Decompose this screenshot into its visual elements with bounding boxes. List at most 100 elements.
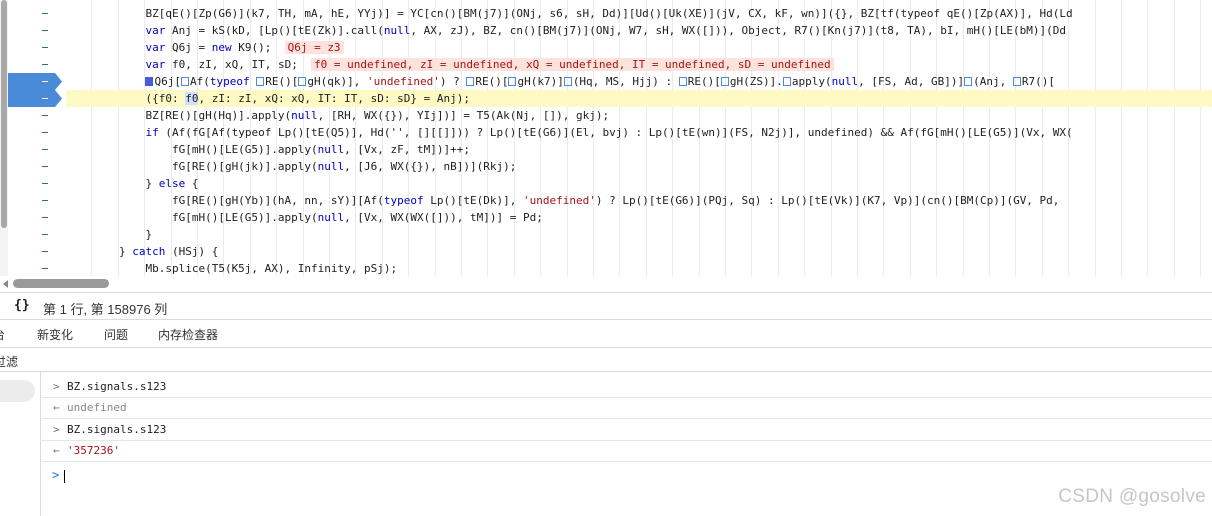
inline-breakpoint-icon[interactable] [964, 77, 973, 86]
code-token: typeof [383, 194, 424, 207]
gutter-line[interactable] [8, 39, 65, 56]
code-token: null [291, 109, 318, 122]
code-line[interactable]: BZ[qE()[Zp(G6)](k7, TH, mA, hE, YYj)] = … [66, 5, 1212, 22]
breakpoint-flag[interactable] [8, 90, 62, 107]
code-token: Q6j = [165, 41, 212, 54]
expand-arrow-icon[interactable]: > [53, 377, 60, 397]
console-entry[interactable]: > BZ.signals.s123 [40, 377, 1212, 398]
inline-breakpoint-icon[interactable] [145, 77, 154, 86]
inline-breakpoint-icon[interactable] [782, 77, 791, 86]
code-token: null [317, 211, 345, 224]
gutter-line[interactable] [8, 107, 65, 124]
code-line[interactable]: if (Af(fG[Af(typeof Lp()[tE(Q5)], Hd('',… [66, 124, 1212, 141]
code-token: } [66, 228, 153, 241]
gutter-line[interactable] [8, 192, 65, 209]
code-token: var [145, 58, 166, 71]
gutter-dash [42, 183, 48, 184]
gutter-line[interactable] [8, 243, 65, 260]
vertical-scrollbar[interactable] [0, 0, 8, 276]
tab-issues[interactable]: 问题 [104, 326, 128, 343]
inline-breakpoint-icon[interactable] [298, 77, 307, 86]
gutter-dash [42, 13, 48, 14]
inline-breakpoint-icon[interactable] [180, 77, 189, 86]
drawer-tabs: 台 新变化 问题 内存检查器 [0, 320, 1212, 348]
gutter-line[interactable] [8, 226, 65, 243]
expand-arrow-icon[interactable]: > [53, 420, 60, 440]
code-token: fG[mH()[LE(G5)].apply( [66, 211, 318, 224]
horizontal-scroll-thumb[interactable] [13, 279, 109, 288]
gutter-dash [42, 64, 48, 65]
code-line[interactable]: var Anj = kS(kD, [Lp()[tE(Zk)].call(null… [66, 22, 1212, 39]
line-gutter[interactable] [8, 0, 65, 276]
code-line[interactable]: } catch (HSj) { [66, 243, 1212, 260]
return-arrow-icon: ← [53, 444, 60, 457]
inline-breakpoint-icon[interactable] [720, 77, 729, 86]
inline-breakpoint-icon[interactable] [508, 77, 517, 86]
inline-breakpoint-icon[interactable] [1012, 77, 1021, 86]
scroll-left-icon[interactable] [3, 280, 8, 288]
breakpoint-flag[interactable] [8, 73, 62, 90]
filter-label[interactable]: 过滤 [0, 353, 18, 370]
code-token: apply( [791, 75, 832, 88]
gutter-line[interactable] [8, 175, 65, 192]
inline-breakpoint-icon[interactable] [678, 77, 687, 86]
code-token: (HSj) { [165, 245, 219, 258]
gutter-line[interactable] [8, 56, 65, 73]
gutter-line[interactable] [8, 158, 65, 175]
code-token: gH(k7)] [517, 75, 564, 88]
gutter-line[interactable] [8, 209, 65, 226]
horizontal-scrollbar[interactable] [0, 276, 1212, 292]
current-execution-line[interactable]: ({f0: f0, zI: zI, xQ: xQ, IT: IT, sD: sD… [66, 90, 1212, 107]
code-line[interactable]: fG[RE()[gH(Yb)](hA, nn, sY)][Af(typeof L… [66, 192, 1212, 209]
code-line[interactable]: } else { [66, 175, 1212, 192]
code-line[interactable]: } [66, 226, 1212, 243]
gutter-line[interactable] [8, 141, 65, 158]
tab-memory-inspector[interactable]: 内存检查器 [158, 326, 218, 343]
tab-console[interactable]: 台 [0, 326, 5, 343]
gutter-line[interactable] [8, 124, 65, 141]
code-line[interactable]: fG[mH()[LE(G5)].apply(null, [Vx, zF, tM]… [66, 141, 1212, 158]
code-token: fG[mH()[LE(G5)].apply( [66, 143, 318, 156]
breakpoint-marker[interactable] [8, 90, 65, 107]
code-token: f0 [185, 92, 199, 105]
tab-changes[interactable]: 新变化 [37, 326, 73, 343]
console-panel: > BZ.signals.s123 ← undefined > BZ.signa… [0, 372, 1212, 516]
code-token: new [211, 41, 232, 54]
code-line[interactable]: var Q6j = new K9(); Q6j = z3 [66, 39, 1212, 56]
code-token: fG[RE()[gH(Yb)](hA, nn, sY)][Af( [66, 194, 384, 207]
vertical-scroll-thumb[interactable] [1, 0, 7, 228]
code-token: { [185, 177, 199, 190]
inline-breakpoint-icon[interactable] [563, 77, 572, 86]
inline-breakpoint-icon[interactable] [256, 77, 265, 86]
code-line[interactable]: BZ[RE()[gH(Hq)].apply(null, [RH, WX({}),… [66, 107, 1212, 124]
code-line[interactable]: fG[mH()[LE(G5)].apply(null, [Vx, WX(WX([… [66, 209, 1212, 226]
gutter-line[interactable] [8, 22, 65, 39]
console-input-caret[interactable] [64, 470, 65, 483]
code-token: , [FS, Ad, GB])] [858, 75, 965, 88]
code-line[interactable]: Q6j[Af(typeof RE()[gH(qk)], 'undefined')… [66, 73, 1212, 90]
code-line[interactable]: Mb.splice(T5(K5j, AX), Infinity, pSj); [66, 260, 1212, 276]
gutter-line[interactable] [8, 5, 65, 22]
code-line[interactable]: fG[RE()[gH(jk)].apply(null, [J6, WX({}),… [66, 158, 1212, 175]
console-input-text: BZ.signals.s123 [67, 423, 167, 436]
code-line[interactable]: var f0, zI, xQ, IT, sD; f0 = undefined, … [66, 56, 1212, 73]
pretty-print-icon[interactable]: {} [14, 298, 30, 313]
breakpoint-marker[interactable] [8, 73, 65, 90]
code-editor[interactable]: BZ[qE()[Zp(G6)](k7, TH, mA, hE, YYj)] = … [0, 0, 1212, 276]
inline-value-hint: Q6j = z3 [284, 41, 344, 54]
sidebar-selected-item[interactable] [0, 380, 35, 402]
code-token: f0, zI, xQ, IT, sD; [165, 58, 312, 71]
inline-value-hint: f0 = undefined, zI = undefined, xQ = und… [311, 58, 834, 71]
console-entry[interactable]: > BZ.signals.s123 [40, 420, 1212, 441]
code-token: , AX, zJ), BZ, cn()[BM(j7)](ONj, W7, sH,… [410, 24, 1067, 37]
code-token: var [145, 41, 166, 54]
console-prompt-icon: > [52, 468, 60, 482]
gutter-dash [42, 234, 48, 235]
code-token: 'undefined' [366, 75, 440, 88]
code-token: null [317, 143, 345, 156]
inline-breakpoint-icon[interactable] [466, 77, 475, 86]
gutter-line[interactable] [8, 260, 65, 276]
